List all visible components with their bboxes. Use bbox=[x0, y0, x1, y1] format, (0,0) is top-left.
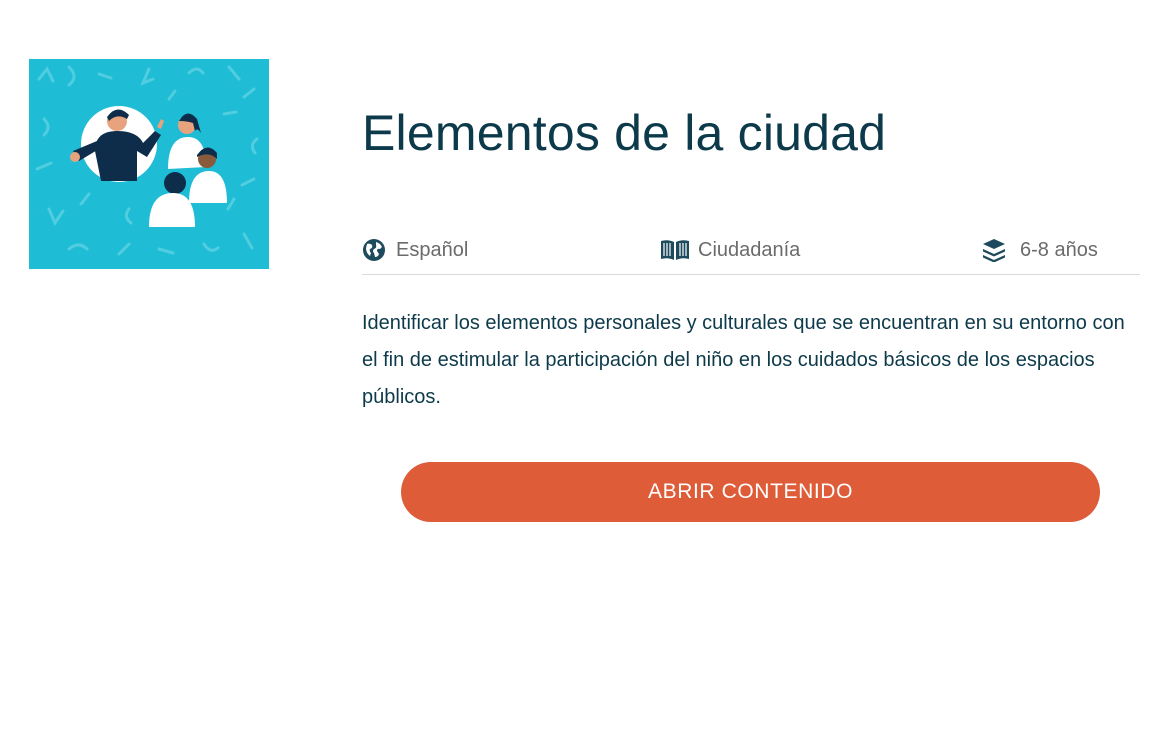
people-talking-illustration bbox=[29, 59, 269, 269]
page-title: Elementos de la ciudad bbox=[362, 105, 887, 161]
meta-subject-label: Ciudadanía bbox=[698, 238, 801, 261]
content-meta-bar: Español Ciudadanía 6-8 años bbox=[362, 232, 1140, 275]
meta-language: Español bbox=[362, 236, 468, 264]
content-thumbnail bbox=[29, 59, 269, 269]
open-content-button[interactable]: ABRIR CONTENIDO bbox=[401, 462, 1100, 522]
book-open-icon bbox=[660, 238, 690, 262]
globe-icon bbox=[362, 238, 386, 262]
meta-subject: Ciudadanía bbox=[660, 236, 800, 264]
meta-language-label: Español bbox=[396, 238, 469, 261]
meta-age: 6-8 años bbox=[982, 236, 1098, 264]
content-description: Identificar los elementos personales y c… bbox=[362, 312, 1125, 408]
content-header: Elementos de la ciudad bbox=[362, 100, 1140, 166]
layers-icon bbox=[982, 238, 1006, 262]
meta-age-label: 6-8 años bbox=[1020, 238, 1098, 261]
